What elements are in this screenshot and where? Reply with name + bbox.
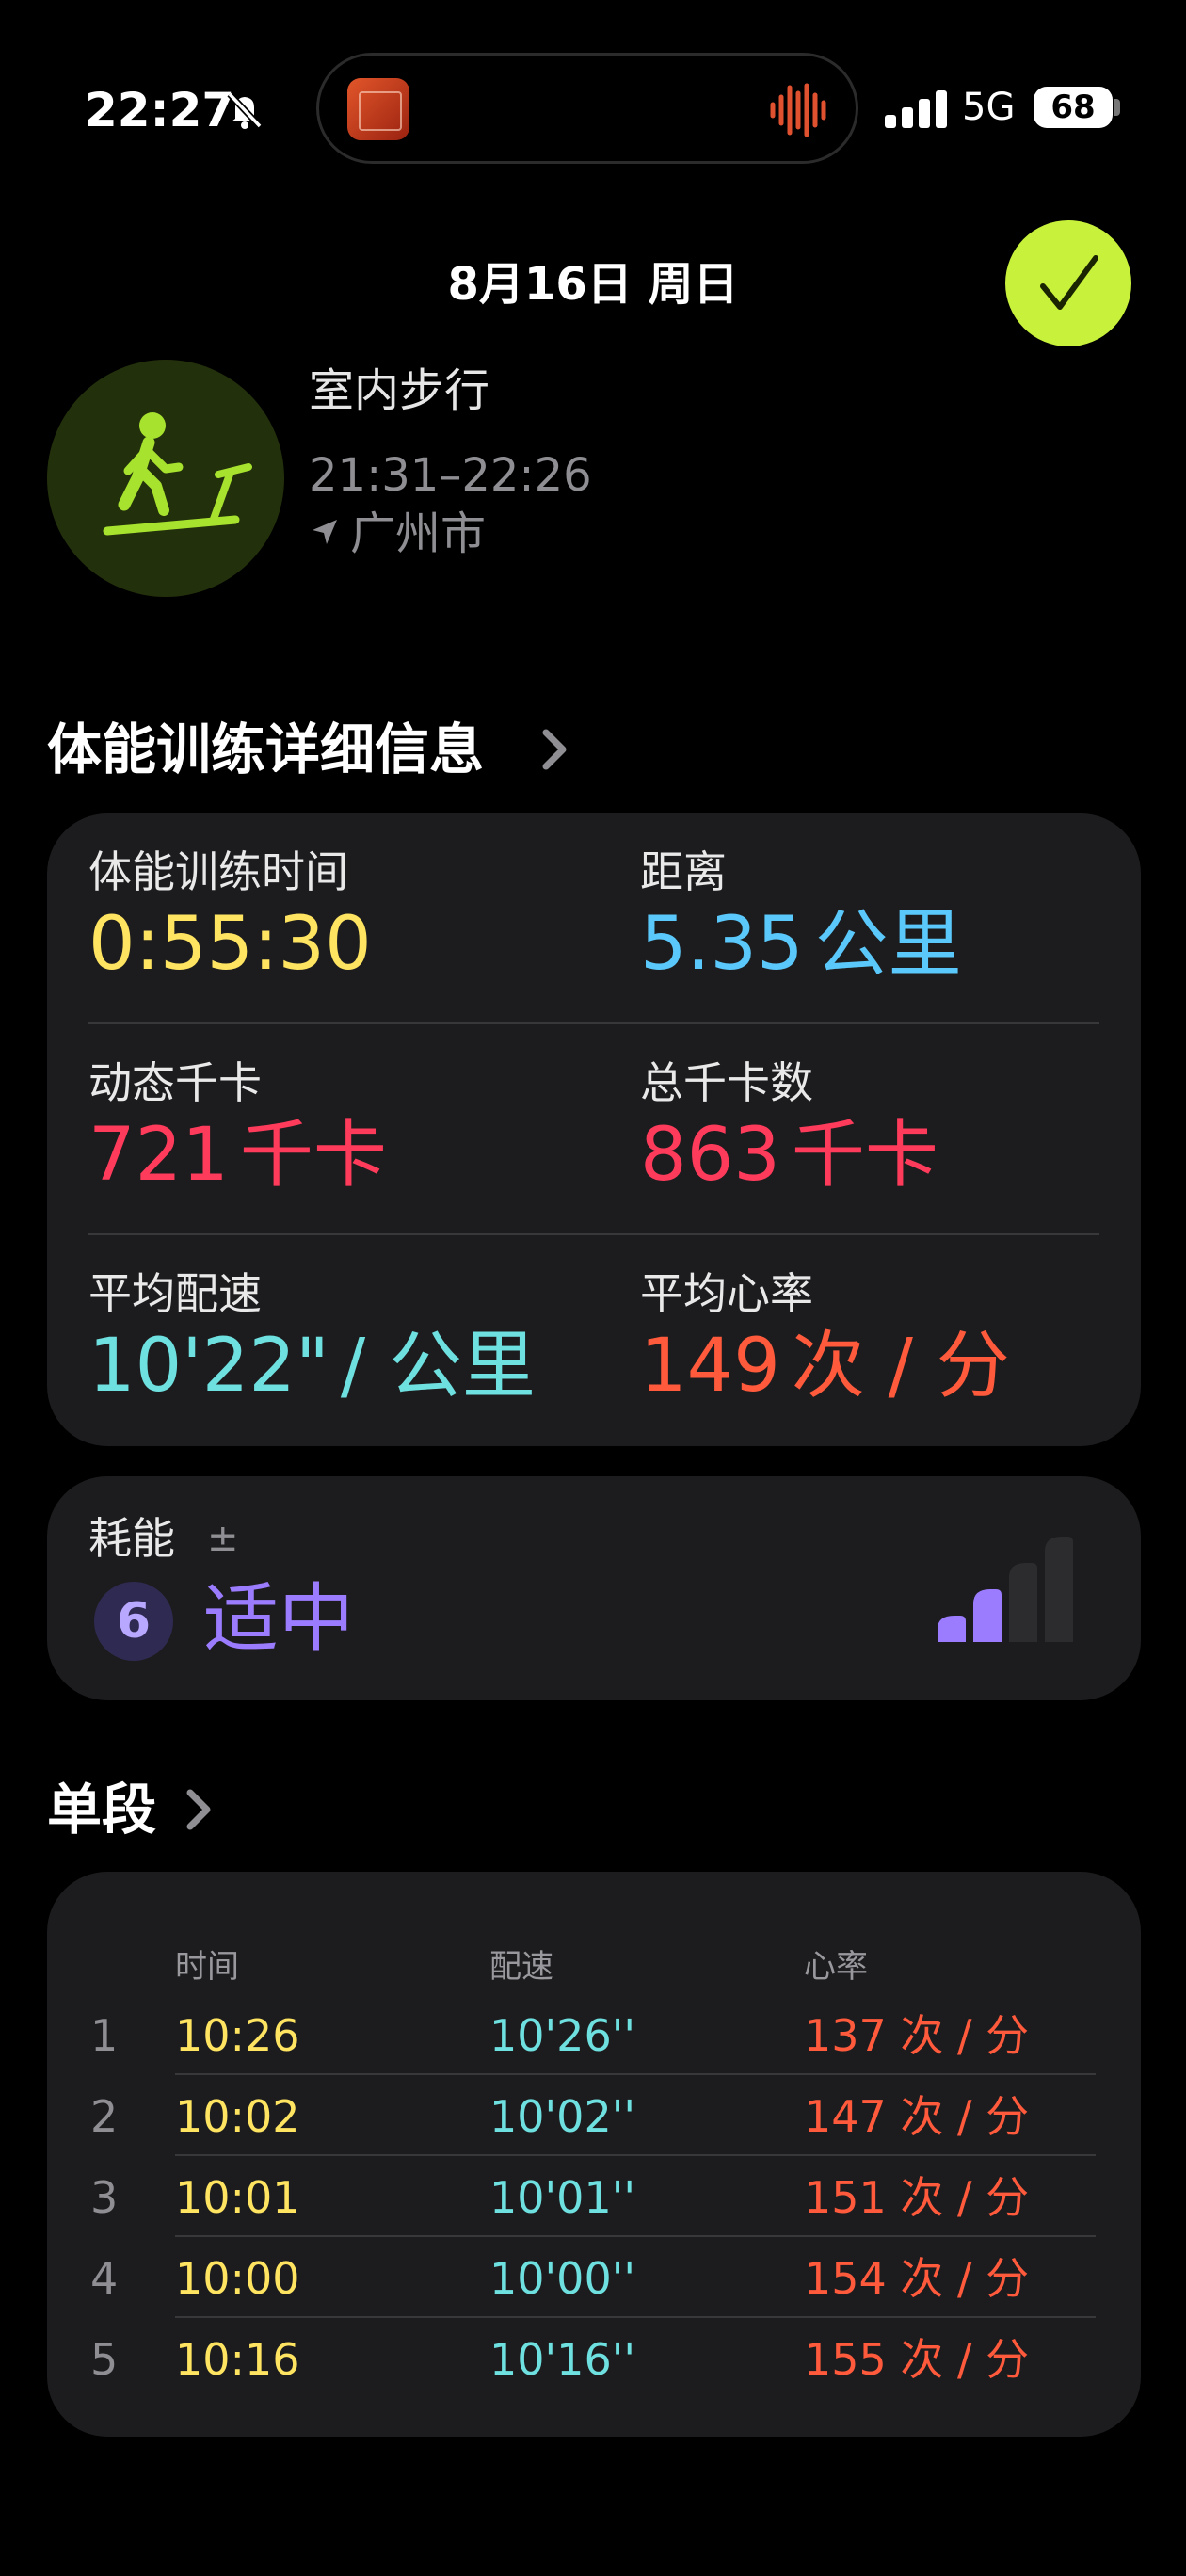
chevron-right-icon[interactable] — [183, 1787, 215, 1832]
metric-distance: 距离 5.35 公里 — [640, 844, 962, 987]
splits-section-title[interactable]: 单段 — [47, 1772, 156, 1847]
done-button[interactable] — [1005, 220, 1131, 346]
metric-value: 863 千卡 — [640, 1113, 938, 1198]
table-row: 5 10:16 10'16'' 155 次 / 分 — [90, 2318, 1096, 2399]
value-unit: / 公里 — [340, 1324, 536, 1409]
value-unit: 千卡 — [239, 1113, 387, 1198]
metric-value: 0:55:30 — [88, 902, 372, 987]
split-heart-rate: 147 次 / 分 — [804, 2091, 1030, 2142]
activity-location: 广州市 — [350, 507, 487, 560]
metric-label: 平均配速 — [88, 1268, 262, 1319]
bell-slash-icon — [227, 91, 263, 129]
split-heart-rate: 151 次 / 分 — [804, 2172, 1030, 2223]
split-pace: 10'02'' — [489, 2091, 636, 2142]
split-pace: 10'01'' — [489, 2172, 636, 2223]
cellular-signal-icon — [885, 90, 947, 128]
column-header-pace: 配速 — [489, 1948, 553, 1986]
effort-label: 耗能 — [88, 1513, 175, 1564]
metric-label: 平均心率 — [640, 1268, 813, 1319]
battery-nub — [1114, 99, 1120, 116]
split-time: 10:26 — [175, 2010, 300, 2061]
table-row: 2 10:02 10'02'' 147 次 / 分 — [90, 2075, 1096, 2156]
metric-value: 10'22" / 公里 — [88, 1324, 536, 1409]
split-time: 10:01 — [175, 2172, 300, 2223]
split-pace: 10'00'' — [489, 2253, 636, 2304]
metric-workout-time: 体能训练时间 0:55:30 — [88, 844, 372, 987]
effort-level-text: 适中 — [203, 1575, 354, 1663]
dynamic-island[interactable] — [316, 53, 858, 164]
metric-value: 5.35 公里 — [640, 902, 962, 987]
app-thumbnail-icon[interactable] — [347, 78, 409, 140]
activity-time-range: 21:31–22:26 — [309, 449, 592, 502]
table-row: 4 10:00 10'00'' 154 次 / 分 — [90, 2237, 1096, 2318]
metric-active-calories: 动态千卡 721 千卡 — [88, 1055, 387, 1198]
value-unit: 次 / 分 — [791, 1324, 1010, 1409]
column-header-time: 时间 — [175, 1948, 239, 1986]
metric-value: 721 千卡 — [88, 1113, 387, 1198]
split-index: 3 — [90, 2172, 119, 2223]
split-time: 10:16 — [175, 2334, 300, 2385]
split-time: 10:00 — [175, 2253, 300, 2304]
chevron-right-icon[interactable] — [538, 727, 570, 772]
metric-total-calories: 总千卡数 863 千卡 — [640, 1055, 938, 1198]
workout-summary-screen: 22:27 5G 68 8月16日 周日 室内步行 21:31–22:26 广州… — [0, 0, 1186, 2576]
value-number: 5.35 — [640, 902, 804, 987]
split-index: 1 — [90, 2010, 119, 2061]
divider — [88, 1022, 1099, 1024]
metric-avg-heart-rate: 平均心率 149 次 / 分 — [640, 1265, 1010, 1409]
effort-bar-empty — [1009, 1563, 1037, 1642]
effort-bar-empty — [1045, 1537, 1073, 1642]
value-unit: 公里 — [814, 902, 962, 987]
metric-avg-pace: 平均配速 10'22" / 公里 — [88, 1265, 536, 1409]
workout-details-card[interactable]: 体能训练时间 0:55:30 距离 5.35 公里 动态千卡 721 千卡 总千卡数… — [47, 813, 1141, 1446]
effort-adjust-icon[interactable]: ± — [207, 1512, 239, 1565]
activity-name: 室内步行 — [309, 364, 490, 417]
effort-bars-icon — [938, 1537, 1073, 1642]
metric-label: 距离 — [640, 846, 727, 897]
split-index: 4 — [90, 2253, 119, 2304]
effort-score-badge: 6 — [94, 1582, 173, 1661]
metric-label: 体能训练时间 — [88, 846, 348, 897]
audio-waveform-icon — [770, 83, 826, 137]
divider — [88, 1233, 1099, 1235]
value-number: 10'22" — [88, 1324, 329, 1409]
treadmill-walker-icon — [103, 412, 252, 536]
value-number: 149 — [640, 1324, 780, 1409]
split-heart-rate: 137 次 / 分 — [804, 2010, 1030, 2061]
split-index: 5 — [90, 2334, 119, 2385]
value-number: 721 — [88, 1113, 229, 1198]
table-row: 1 10:26 10'26'' 137 次 / 分 — [90, 1994, 1096, 2075]
checkmark-icon — [1040, 255, 1098, 310]
location-arrow-icon — [313, 520, 337, 544]
battery-indicator: 68 — [1034, 87, 1113, 128]
value-number: 863 — [640, 1113, 780, 1198]
column-header-heart-rate: 心率 — [804, 1948, 868, 1986]
details-section-title[interactable]: 体能训练详细信息 — [47, 712, 484, 787]
split-index: 2 — [90, 2091, 119, 2142]
value-number: 0:55:30 — [88, 902, 372, 987]
split-heart-rate: 154 次 / 分 — [804, 2253, 1030, 2304]
value-unit: 千卡 — [791, 1113, 938, 1198]
effort-bar-filled — [938, 1616, 966, 1642]
split-heart-rate: 155 次 / 分 — [804, 2334, 1030, 2385]
metric-value: 149 次 / 分 — [640, 1324, 1010, 1409]
split-pace: 10'26'' — [489, 2010, 636, 2061]
metric-label: 动态千卡 — [88, 1057, 262, 1108]
split-time: 10:02 — [175, 2091, 300, 2142]
table-row: 3 10:01 10'01'' 151 次 / 分 — [90, 2156, 1096, 2237]
network-type: 5G — [962, 86, 1016, 129]
status-time: 22:27 — [85, 83, 235, 137]
activity-badge — [47, 360, 284, 597]
metric-label: 总千卡数 — [640, 1057, 813, 1108]
effort-bar-filled — [973, 1589, 1002, 1642]
split-pace: 10'16'' — [489, 2334, 636, 2385]
